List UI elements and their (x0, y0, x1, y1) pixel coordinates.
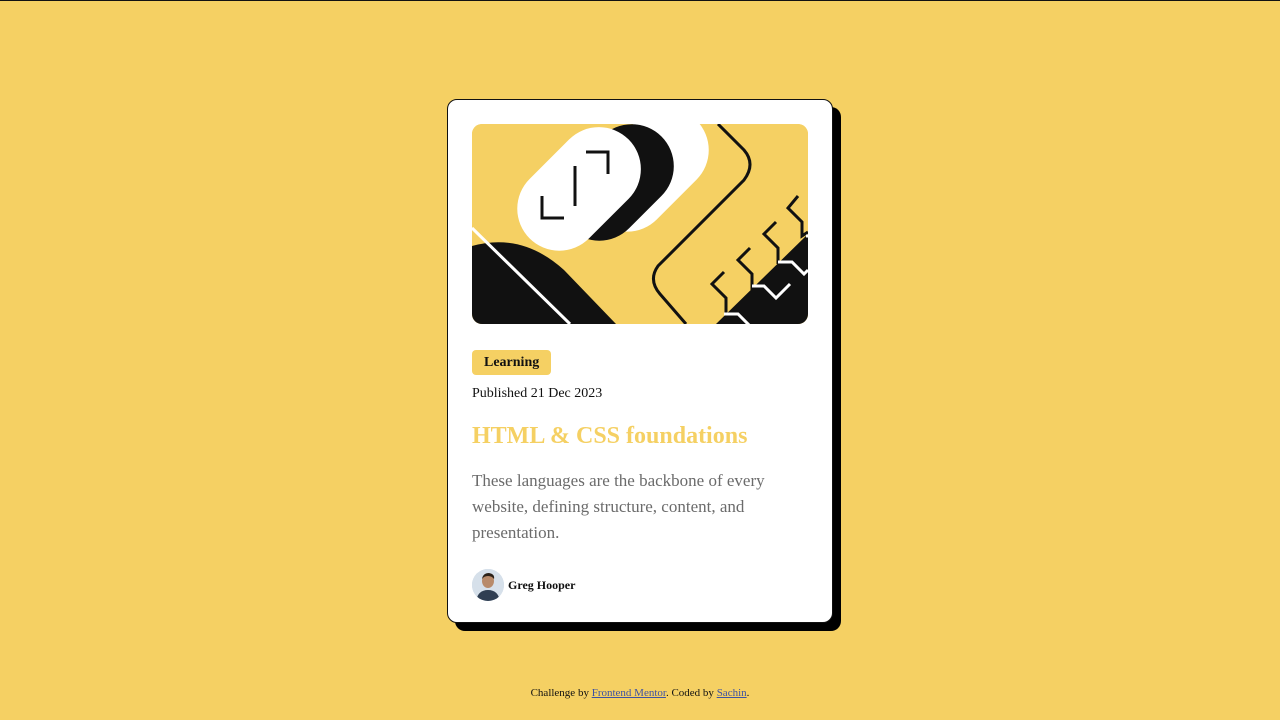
frontend-mentor-link[interactable]: Frontend Mentor (592, 687, 666, 699)
card-description: These languages are the backbone of ever… (472, 471, 765, 542)
category-tag: Learning (472, 350, 552, 375)
author-link[interactable]: Sachin (717, 687, 747, 699)
author-name: Greg Hooper (508, 577, 576, 592)
published-date: Published 21 Dec 2023 (472, 386, 603, 401)
author: Greg Hooper (472, 569, 575, 601)
avatar (472, 569, 504, 601)
footer-suffix: . (746, 687, 750, 699)
card-illustration (472, 124, 808, 324)
footer-prefix: Challenge by (530, 687, 592, 699)
card-title[interactable]: HTML & CSS foundations (472, 421, 747, 451)
blog-preview-card: Learning Published 21 Dec 2023 HTML & CS… (447, 99, 833, 623)
attribution-footer: Challenge by Frontend Mentor. Coded by S… (0, 687, 1280, 699)
footer-middle: . Coded by (665, 687, 717, 699)
